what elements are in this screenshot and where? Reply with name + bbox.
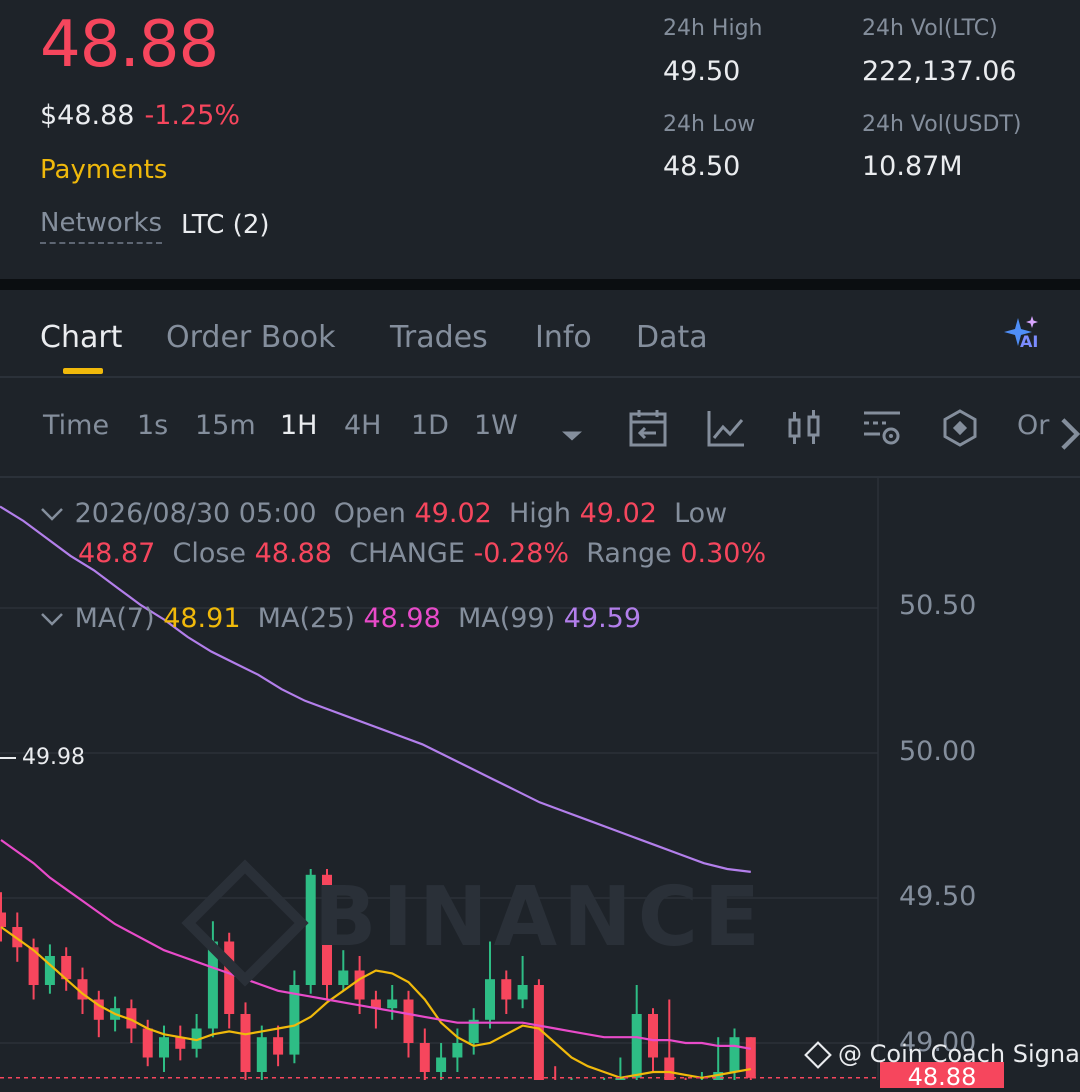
interval-1h[interactable]: 1H (280, 410, 317, 441)
low-label-ohlc: Low (674, 498, 728, 529)
tab-data[interactable]: Data (636, 320, 708, 355)
ma7-label: MA(7) (74, 603, 155, 634)
high-label-ohlc: High (508, 498, 572, 529)
ai-badge: AI (1020, 332, 1039, 351)
candle-down (240, 1014, 251, 1072)
ai-sparkle-icon[interactable]: AI (1000, 312, 1044, 356)
vol-usdt-value: 10.87M (862, 151, 963, 182)
candle-down (745, 1037, 756, 1078)
close-label: Close (172, 538, 247, 569)
candle-down (273, 1037, 284, 1055)
interval-15m[interactable]: 15m (195, 410, 256, 441)
interval-1s[interactable]: 1s (137, 410, 168, 441)
high-label: 24h High (663, 16, 763, 41)
ma-line: MA(7) 48.91 MA(25) 48.98 MA(99) 49.59 (40, 603, 641, 634)
range-label: Range (586, 538, 672, 569)
tab-bar: Chart Order Book Trades Info Data AI (0, 290, 1080, 378)
active-tab-indicator (63, 368, 103, 374)
ma99-label: MA(99) (457, 603, 556, 634)
low-label: 24h Low (663, 112, 756, 137)
usd-price-row: $48.88 -1.25% (40, 100, 240, 131)
time-label[interactable]: Time (43, 410, 109, 441)
interval-4h[interactable]: 4H (344, 410, 381, 441)
ohlc-line-1: 2026/08/30 05:00 Open 49.02 High 49.02 L… (40, 498, 727, 529)
candle-down (142, 1028, 153, 1058)
interval-toolbar: Time 1s 15m 1H 4H 1D 1W Or (0, 378, 1080, 478)
y-tick-label: 50.00 (899, 736, 977, 767)
category-tag[interactable]: Payments (40, 155, 167, 185)
max-price-marker: 49.98 (0, 745, 85, 770)
candle-down (419, 1043, 430, 1072)
candle-up (436, 1057, 447, 1072)
y-tick-label: 49.50 (899, 881, 977, 912)
candlestick-type-icon[interactable] (784, 408, 824, 448)
diamond-logo-icon (804, 1041, 832, 1069)
binance-logo-icon (181, 858, 309, 987)
calendar-icon[interactable] (628, 408, 668, 448)
ma25-value: 48.98 (363, 603, 441, 634)
ma25-label: MA(25) (257, 603, 355, 634)
candle-datetime: 2026/08/30 05:00 (74, 498, 317, 529)
candle-down (648, 1014, 658, 1058)
vol-usdt-label: 24h Vol(USDT) (862, 112, 1022, 137)
collapse-chevron-icon[interactable] (40, 498, 66, 529)
indicator-line-icon[interactable] (706, 408, 746, 448)
candle-up (338, 970, 349, 985)
candle-up (517, 985, 528, 1000)
ma99-value: 49.59 (563, 603, 642, 634)
networks-value: LTC (2) (181, 210, 270, 240)
close-value: 48.88 (254, 538, 332, 569)
high-value-ohlc: 49.02 (579, 498, 657, 529)
candle-down (501, 979, 512, 1000)
interval-dropdown-icon[interactable] (552, 416, 592, 456)
candle-down (354, 970, 365, 1000)
hexagon-tool-icon[interactable] (940, 408, 980, 448)
interval-1d[interactable]: 1D (411, 410, 449, 441)
candle-up (485, 979, 495, 1020)
last-price: 48.88 (40, 8, 219, 82)
tab-chart[interactable]: Chart (40, 320, 122, 355)
change-value: -0.28% (473, 538, 570, 569)
candle-down (664, 1057, 675, 1080)
candle-up (289, 985, 300, 1055)
y-tick-label: 50.50 (899, 590, 977, 621)
ma7-value: 48.91 (163, 603, 241, 634)
range-value: 0.30% (680, 538, 767, 569)
ma-collapse-chevron-icon[interactable] (40, 603, 66, 634)
tab-trades[interactable]: Trades (390, 320, 488, 355)
chevron-right-icon[interactable] (1050, 414, 1080, 454)
low-value: 48.50 (663, 151, 741, 182)
ohlc-line-2: 48.87 Close 48.88 CHANGE -0.28% Range 0.… (78, 538, 766, 569)
low-value-ohlc: 48.87 (78, 538, 156, 569)
vol-ltc-value: 222,137.06 (862, 56, 1017, 87)
open-label: Open (333, 498, 406, 529)
vol-ltc-label: 24h Vol(LTC) (862, 16, 998, 41)
tab-order-book[interactable]: Order Book (166, 320, 335, 355)
open-value: 49.02 (414, 498, 492, 529)
more-options-label[interactable]: Or (1017, 410, 1049, 441)
high-value: 49.50 (663, 56, 741, 87)
candle-up (631, 1014, 642, 1078)
candle-up (729, 1037, 740, 1072)
candle-down (0, 912, 6, 927)
source-credit: @ Coin Coach Signals (804, 1040, 1080, 1069)
candle-up (256, 1037, 267, 1072)
candle-up (159, 1037, 169, 1058)
change-percent: -1.25% (144, 100, 240, 131)
usd-price: $48.88 (40, 100, 135, 131)
candle-up (387, 999, 398, 1009)
change-label: CHANGE (349, 538, 465, 569)
candle-down (403, 999, 414, 1043)
candle-up (452, 1043, 463, 1058)
networks-label[interactable]: Networks (40, 208, 163, 244)
interval-1w[interactable]: 1W (474, 410, 518, 441)
chart-settings-icon[interactable] (862, 408, 902, 448)
binance-watermark: BINANCE (181, 858, 766, 987)
section-divider (0, 279, 1080, 290)
tab-info[interactable]: Info (535, 320, 592, 355)
